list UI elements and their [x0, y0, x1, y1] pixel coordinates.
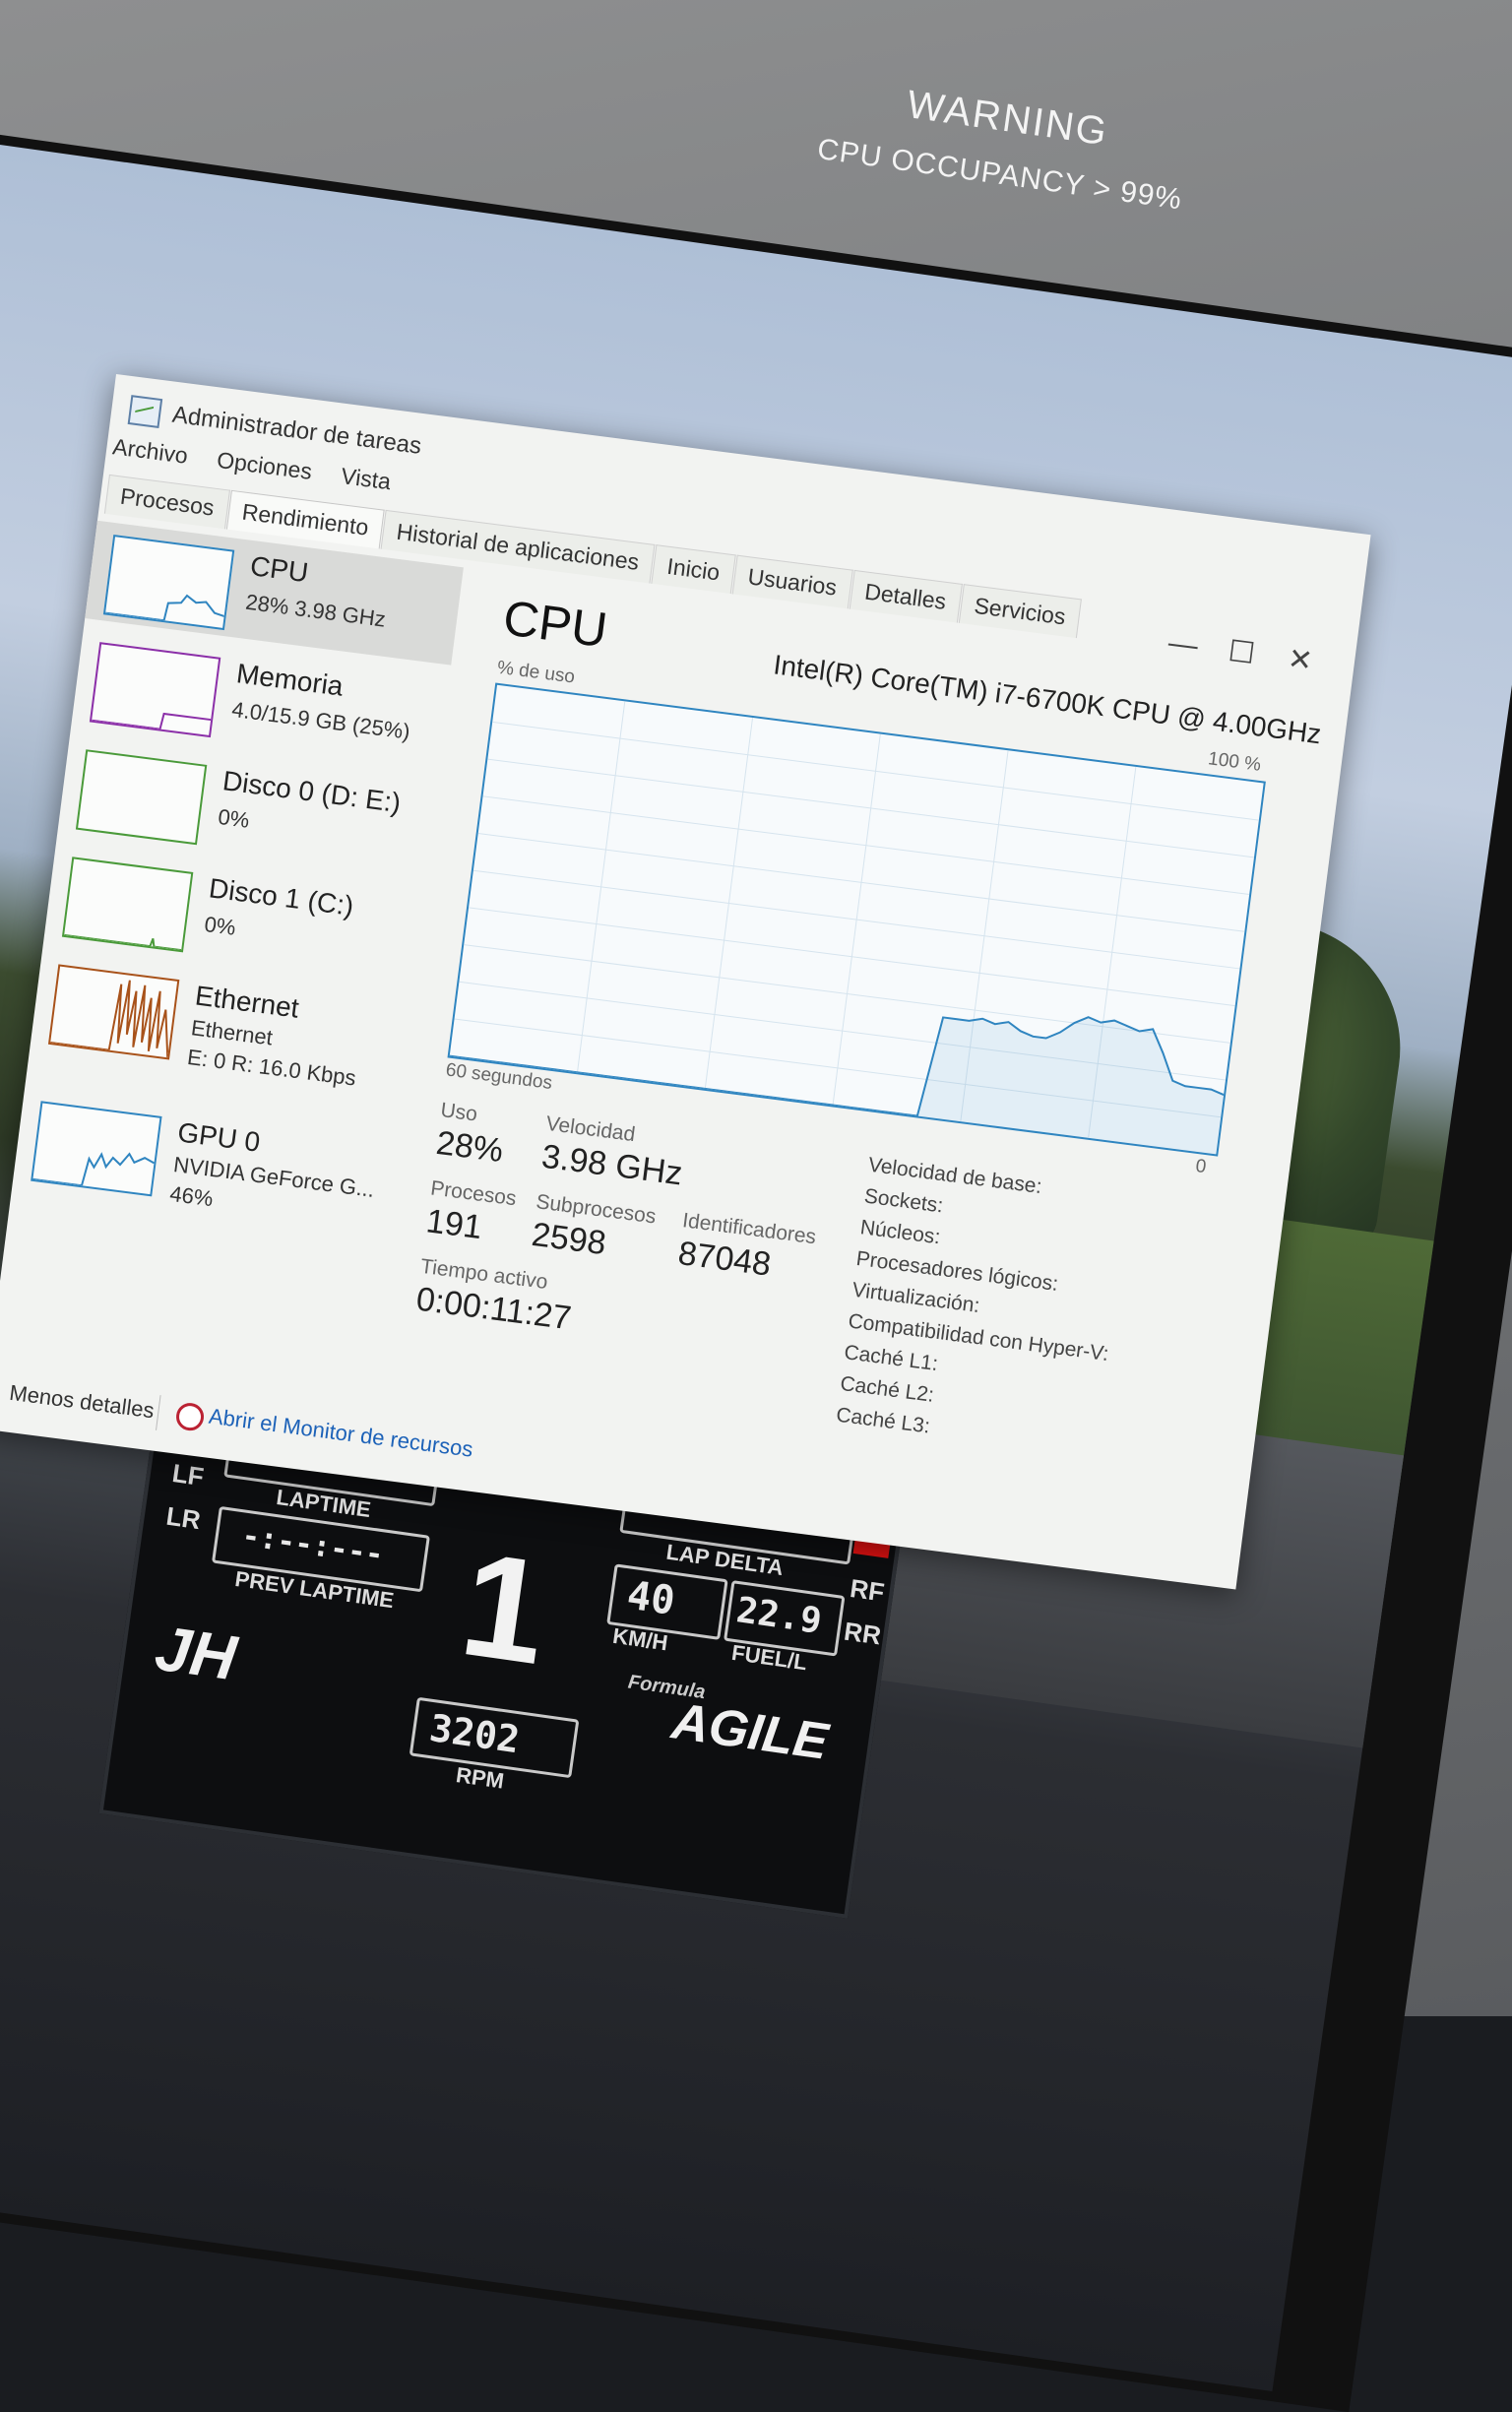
memory-mini-graph	[91, 712, 212, 730]
prev-laptime-value: -:--:---	[239, 1518, 386, 1573]
cpu-title: CPU	[500, 590, 611, 659]
sidebar-memoria-name: Memoria	[234, 658, 346, 702]
tyre-lf: LF	[170, 1458, 206, 1492]
sidebar-gpu-name: GPU 0	[175, 1116, 263, 1158]
tyre-lr: LR	[164, 1500, 203, 1536]
ethernet-mini-graph	[50, 980, 169, 1058]
uptime-value: 0:00:11:27	[413, 1280, 574, 1338]
menu-opciones[interactable]: Opciones	[216, 447, 314, 485]
info-cache-l3: Caché L3:	[835, 1403, 932, 1438]
menu-vista[interactable]: Vista	[340, 463, 393, 495]
info-cache-l1: Caché L1:	[843, 1341, 940, 1376]
disk1-mini-graph	[64, 933, 182, 952]
cpu-thumbnail	[102, 534, 235, 631]
grid-line-v	[577, 701, 626, 1073]
disk0-thumbnail	[75, 749, 208, 846]
resource-monitor-icon	[174, 1401, 206, 1432]
graph-max-label: 100 %	[1207, 748, 1263, 776]
cpu-mini-graph	[104, 594, 224, 622]
menu-archivo[interactable]: Archivo	[111, 433, 189, 470]
sidebar-disco0-sub: 0%	[217, 803, 251, 833]
tyre-rf: RF	[848, 1572, 887, 1608]
tab-servicios[interactable]: Servicios	[958, 584, 1082, 639]
sidebar-disco1-sub: 0%	[203, 912, 237, 940]
cpu-graph-svg	[449, 701, 1259, 1155]
gpu-thumbnail	[31, 1101, 162, 1197]
less-details-button[interactable]: Menos detalles	[8, 1380, 156, 1425]
tab-procesos[interactable]: Procesos	[103, 474, 230, 530]
sidebar-gpu-sub2: 46%	[168, 1180, 215, 1212]
tab-detalles[interactable]: Detalles	[849, 569, 963, 623]
speed-value: 3.98 GHz	[539, 1137, 685, 1193]
agile-logo: AGILE	[668, 1692, 832, 1771]
usage-label: Uso	[439, 1099, 479, 1126]
task-manager-icon	[127, 395, 163, 428]
info-cores: Núcleos:	[858, 1216, 942, 1249]
ethernet-thumbnail	[47, 964, 180, 1060]
grid-line-v	[704, 717, 754, 1089]
footer-separator	[156, 1395, 161, 1430]
info-sockets: Sockets:	[862, 1184, 945, 1218]
usage-value: 28%	[434, 1123, 506, 1171]
tab-inicio[interactable]: Inicio	[651, 544, 736, 595]
graph-min-label: 0	[1194, 1155, 1208, 1178]
sidebar-memoria-sub: 4.0/15.9 GB (25%)	[230, 696, 412, 744]
disk1-thumbnail	[61, 857, 194, 953]
open-resource-monitor-link[interactable]: Abrir el Monitor de recursos	[208, 1404, 474, 1463]
sidebar-cpu-sub: 28% 3.98 GHz	[244, 589, 388, 632]
trees-left	[0, 626, 5, 984]
memory-thumbnail	[89, 642, 221, 738]
cpu-detail-panel: CPU Intel(R) Core(TM) i7-6700K CPU @ 4.0…	[382, 569, 1338, 1508]
task-manager-window: Administrador de tareas — ☐ ✕ Archivo Op…	[0, 374, 1371, 1590]
info-cache-l2: Caché L2:	[839, 1371, 936, 1407]
gear-indicator: 1	[452, 1520, 557, 1696]
cpu-usage-graph	[447, 682, 1266, 1157]
rpm-value: 3202	[426, 1706, 523, 1762]
sidebar-cpu-name: CPU	[248, 550, 311, 589]
rpm-label: RPM	[454, 1762, 506, 1794]
gpu-mini-graph	[32, 1152, 155, 1187]
sidebar-ethernet-sub2: E: 0 R: 16.0 Kbps	[185, 1044, 358, 1091]
threads-value: 2598	[529, 1215, 608, 1263]
fuel-value: 22.9	[733, 1590, 825, 1642]
tyre-rr: RR	[842, 1616, 883, 1651]
speed-value: 40	[624, 1572, 678, 1624]
grid-line-v	[832, 733, 881, 1106]
tab-usuarios[interactable]: Usuarios	[731, 554, 853, 609]
jh-logo: JH	[151, 1612, 241, 1694]
processes-value: 191	[423, 1202, 484, 1247]
